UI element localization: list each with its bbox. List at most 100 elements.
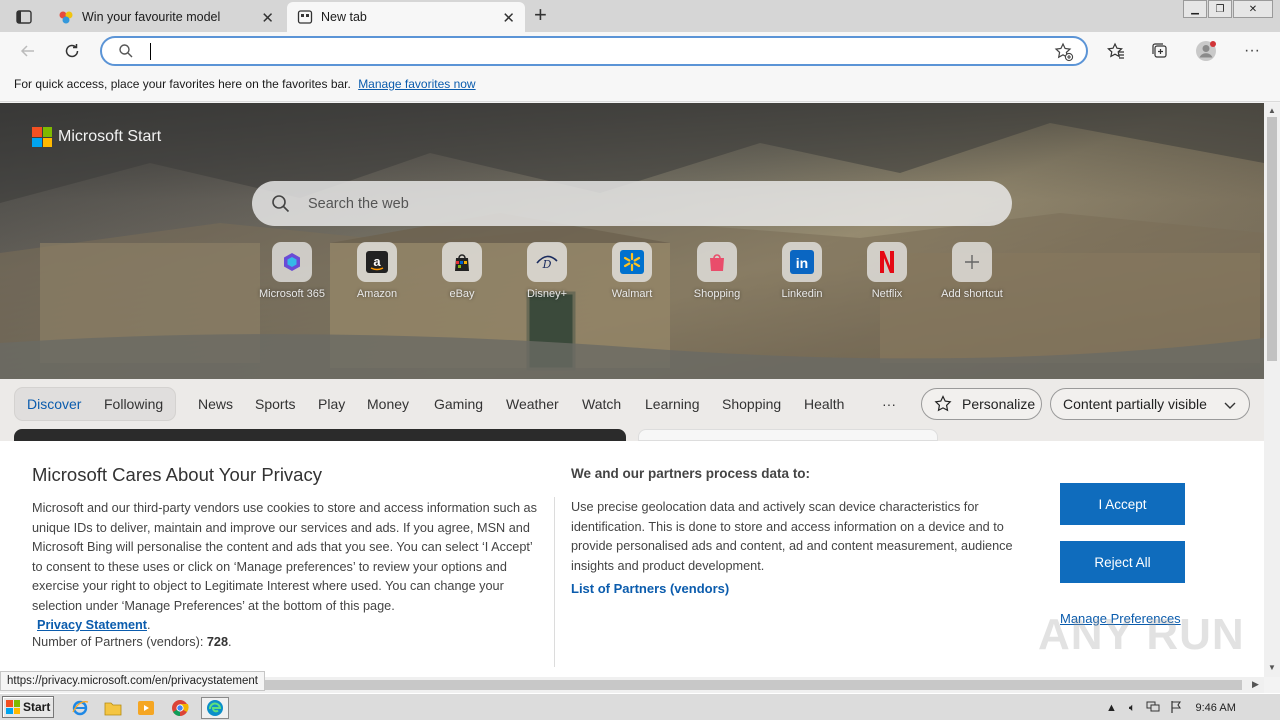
add-favorite-star-icon[interactable] bbox=[1054, 42, 1074, 67]
data-processing-body: Use precise geolocation data and activel… bbox=[571, 500, 1013, 573]
nav-money[interactable]: Money bbox=[367, 396, 409, 412]
tab-actions-button[interactable] bbox=[8, 6, 40, 28]
new-tab-plus-icon[interactable]: + bbox=[534, 4, 547, 26]
favorites-bar-message: For quick access, place your favorites h… bbox=[14, 77, 351, 91]
volume-icon[interactable]: 🔈︎ bbox=[1129, 702, 1136, 715]
browser-toolbar: ··· bbox=[0, 32, 1280, 70]
back-arrow-icon[interactable] bbox=[16, 39, 40, 63]
personalize-icon bbox=[934, 395, 952, 413]
brand-name: Microsoft Start bbox=[58, 128, 162, 145]
feed-cards-peek bbox=[0, 429, 1264, 441]
amazon-icon: a bbox=[357, 242, 397, 282]
walmart-icon bbox=[612, 242, 652, 282]
partners-count-value: 728 bbox=[206, 635, 229, 649]
nav-health[interactable]: Health bbox=[804, 396, 844, 412]
nav-play[interactable]: Play bbox=[318, 396, 345, 412]
edge-taskbar-icon[interactable] bbox=[201, 697, 229, 719]
colorful-site-favicon-icon bbox=[58, 9, 74, 25]
windows-taskbar: Start ▲ 🔈︎ 9:46 AM bbox=[0, 693, 1280, 720]
profile-avatar[interactable] bbox=[1194, 39, 1218, 63]
svg-text:in: in bbox=[796, 255, 808, 271]
svg-text:D: D bbox=[542, 258, 552, 271]
shortcut-disney-plus[interactable]: D Disney+ bbox=[505, 242, 589, 300]
tab-new-tab[interactable]: New tab ✕ bbox=[287, 2, 525, 32]
new-tab-page-icon bbox=[297, 9, 313, 25]
close-tab-icon[interactable]: ✕ bbox=[502, 9, 515, 27]
favorites-icon[interactable] bbox=[1104, 39, 1128, 63]
favorites-bar: For quick access, place your favorites h… bbox=[0, 70, 1280, 102]
feed-card[interactable] bbox=[638, 429, 938, 441]
address-bar[interactable] bbox=[100, 36, 1088, 66]
nav-shopping[interactable]: Shopping bbox=[722, 396, 781, 412]
minimize-window-icon[interactable]: ▁ bbox=[1183, 0, 1207, 18]
web-search-box[interactable]: Search the web bbox=[252, 181, 1012, 226]
microsoft-365-icon bbox=[272, 242, 312, 282]
feed-navigation: Discover Following News Sports Play Mone… bbox=[0, 379, 1264, 429]
refresh-icon[interactable] bbox=[60, 39, 84, 63]
nav-watch[interactable]: Watch bbox=[582, 396, 621, 412]
list-of-partners-link[interactable]: List of Partners (vendors) bbox=[571, 581, 729, 596]
privacy-body: Microsoft and our third-party vendors us… bbox=[32, 501, 537, 632]
start-button[interactable]: Start bbox=[2, 696, 54, 718]
shortcut-ebay[interactable]: eBay bbox=[420, 242, 504, 300]
shortcut-microsoft-365[interactable]: Microsoft 365 bbox=[250, 242, 334, 300]
media-player-icon[interactable] bbox=[135, 697, 157, 719]
scroll-up-arrow-icon[interactable]: ▲ bbox=[1268, 106, 1276, 115]
file-explorer-icon[interactable] bbox=[102, 697, 124, 719]
accept-button[interactable]: I Accept bbox=[1060, 483, 1185, 525]
shortcut-amazon[interactable]: a Amazon bbox=[335, 242, 419, 300]
nav-discover[interactable]: Discover bbox=[27, 396, 81, 412]
microsoft-start-logo[interactable]: Microsoft Start bbox=[32, 127, 161, 147]
ruins-landscape-image bbox=[0, 103, 1264, 379]
scroll-down-arrow-icon[interactable]: ▼ bbox=[1268, 663, 1276, 672]
shortcut-add[interactable]: Add shortcut bbox=[930, 242, 1014, 300]
tab-win-your-favourite-model[interactable]: Win your favourite model ✕ bbox=[48, 2, 284, 32]
netflix-icon bbox=[867, 242, 907, 282]
nav-more-icon[interactable]: ··· bbox=[882, 396, 896, 412]
shortcut-netflix[interactable]: Netflix bbox=[845, 242, 929, 300]
microsoft-logo-icon bbox=[32, 127, 52, 147]
action-center-flag-icon[interactable] bbox=[1170, 700, 1182, 717]
nav-following[interactable]: Following bbox=[104, 396, 163, 412]
privacy-title: Microsoft Cares About Your Privacy bbox=[32, 464, 322, 485]
shortcut-walmart[interactable]: Walmart bbox=[590, 242, 674, 300]
disney-plus-icon: D bbox=[527, 242, 567, 282]
nav-learning[interactable]: Learning bbox=[645, 396, 700, 412]
vertical-scrollbar[interactable]: ▲ ▼ bbox=[1264, 103, 1280, 677]
chrome-icon[interactable] bbox=[169, 697, 191, 719]
nav-news[interactable]: News bbox=[198, 396, 233, 412]
scroll-right-arrow-icon[interactable]: ▶ bbox=[1252, 679, 1259, 690]
collections-icon[interactable] bbox=[1148, 39, 1172, 63]
more-options-icon[interactable]: ··· bbox=[1240, 39, 1264, 63]
start-page: Microsoft Start Search the web Microsoft… bbox=[0, 103, 1264, 677]
show-hidden-icons-icon[interactable]: ▲ bbox=[1106, 702, 1117, 714]
restore-window-icon[interactable]: ❐ bbox=[1208, 0, 1232, 18]
close-tab-icon[interactable]: ✕ bbox=[261, 9, 274, 27]
network-icon[interactable] bbox=[1146, 701, 1160, 716]
internet-explorer-icon[interactable] bbox=[69, 697, 91, 719]
start-label: Start bbox=[23, 700, 51, 714]
clock[interactable]: 9:46 AM bbox=[1196, 702, 1236, 714]
shortcut-shopping[interactable]: Shopping bbox=[675, 242, 759, 300]
privacy-statement-link[interactable]: Privacy Statement bbox=[37, 618, 147, 632]
scrollbar-thumb[interactable] bbox=[1267, 117, 1277, 361]
nav-sports[interactable]: Sports bbox=[255, 396, 295, 412]
data-processing-title: We and our partners process data to: bbox=[571, 466, 811, 481]
reject-all-button[interactable]: Reject All bbox=[1060, 541, 1185, 583]
anyrun-watermark: ANY RUN bbox=[1038, 610, 1245, 659]
shortcut-linkedin[interactable]: in Linkedin bbox=[760, 242, 844, 300]
tab-title: New tab bbox=[321, 10, 367, 24]
content-visibility-dropdown[interactable]: Content partially visible bbox=[1050, 388, 1250, 420]
address-input[interactable] bbox=[146, 42, 1026, 60]
linkedin-icon: in bbox=[782, 242, 822, 282]
nav-gaming[interactable]: Gaming bbox=[434, 396, 483, 412]
nav-weather[interactable]: Weather bbox=[506, 396, 559, 412]
manage-favorites-link[interactable]: Manage favorites now bbox=[358, 77, 475, 91]
close-window-icon[interactable]: ✕ bbox=[1233, 0, 1273, 18]
ebay-icon bbox=[442, 242, 482, 282]
partners-label: Number of Partners (vendors): bbox=[32, 635, 207, 649]
privacy-body-text: Microsoft and our third-party vendors us… bbox=[32, 501, 537, 613]
personalize-button[interactable]: Personalize bbox=[921, 388, 1042, 420]
feed-card[interactable] bbox=[14, 429, 626, 441]
search-icon bbox=[271, 194, 291, 219]
